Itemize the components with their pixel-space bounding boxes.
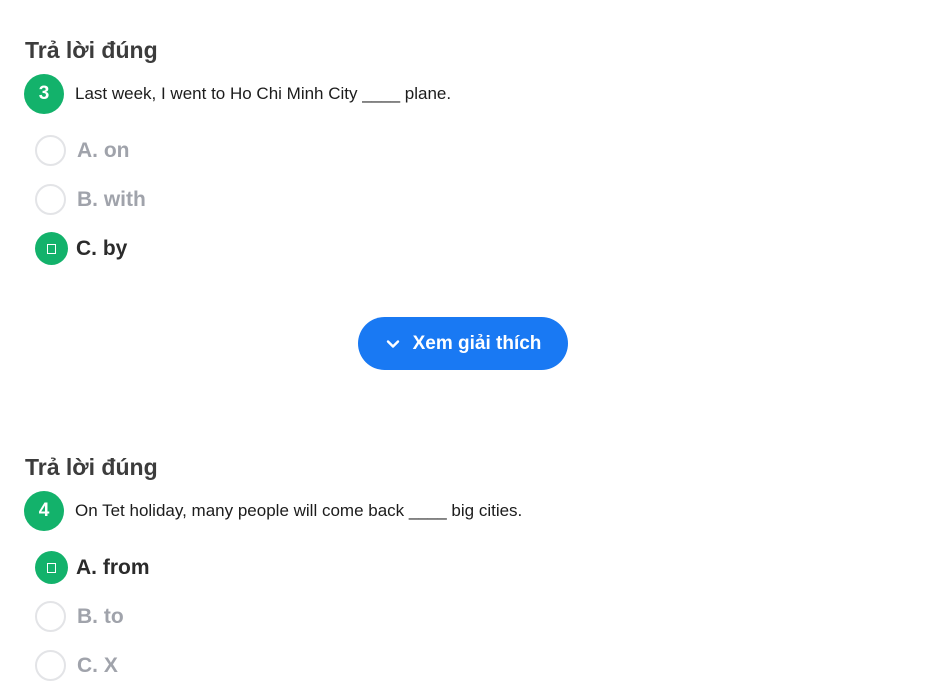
check-icon[interactable] bbox=[35, 551, 68, 584]
question-number-badge: 4 bbox=[24, 491, 64, 531]
option-label: A. from bbox=[76, 555, 150, 579]
option-c[interactable]: C. X bbox=[35, 641, 150, 690]
check-glyph bbox=[47, 243, 56, 254]
option-label: A. on bbox=[77, 138, 130, 162]
check-glyph bbox=[47, 562, 56, 573]
option-label: C. X bbox=[77, 653, 118, 677]
result-title: Trả lời đúng bbox=[25, 37, 158, 63]
show-explanation-label: Xem giải thích bbox=[412, 332, 542, 354]
option-b[interactable]: B. with bbox=[35, 175, 146, 224]
option-label: C. by bbox=[76, 236, 128, 260]
question-text: Last week, I went to Ho Chi Minh City __… bbox=[75, 84, 452, 103]
question-number-badge: 3 bbox=[24, 74, 64, 114]
radio-unchecked-icon[interactable] bbox=[35, 650, 66, 681]
option-label: B. to bbox=[77, 604, 124, 628]
option-c[interactable]: C. by bbox=[35, 224, 146, 273]
radio-unchecked-icon[interactable] bbox=[35, 135, 66, 166]
question-row: 4 On Tet holiday, many people will come … bbox=[24, 490, 522, 532]
check-icon[interactable] bbox=[35, 232, 68, 265]
chevron-down-icon bbox=[386, 339, 399, 348]
show-explanation-button[interactable]: Xem giải thích bbox=[358, 317, 568, 370]
answer-options: A. on B. with C. by bbox=[35, 126, 146, 273]
answer-options: A. from B. to C. X bbox=[35, 543, 150, 690]
option-a[interactable]: A. from bbox=[35, 543, 150, 592]
radio-unchecked-icon[interactable] bbox=[35, 184, 66, 215]
option-label: B. with bbox=[77, 187, 146, 211]
option-a[interactable]: A. on bbox=[35, 126, 146, 175]
radio-unchecked-icon[interactable] bbox=[35, 601, 66, 632]
question-row: 3 Last week, I went to Ho Chi Minh City … bbox=[24, 73, 451, 115]
option-b[interactable]: B. to bbox=[35, 592, 150, 641]
question-text: On Tet holiday, many people will come ba… bbox=[75, 501, 523, 520]
result-title: Trả lời đúng bbox=[25, 454, 158, 480]
